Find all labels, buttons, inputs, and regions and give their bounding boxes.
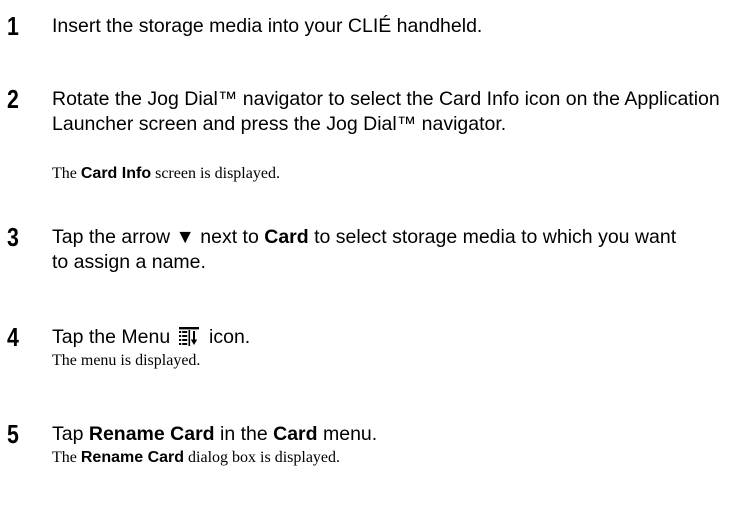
result-text: screen is displayed. (151, 165, 280, 182)
step-instruction: Tap the Menu icon. (52, 325, 752, 350)
result-text: The menu is displayed. (52, 352, 201, 369)
ui-term: Card (264, 226, 309, 248)
step-instruction: Tap the arrow ▼ next to Card to select s… (52, 225, 692, 275)
ui-term: Card Info (80, 165, 152, 182)
step-result: The menu is displayed. (52, 351, 752, 371)
instruction-text: Rotate the Jog Dial™ navigator to select… (52, 88, 720, 135)
step-instruction: Tap Rename Card in the Card menu. (52, 422, 752, 447)
step-instruction: Insert the storage media into your CLIÉ … (52, 14, 752, 39)
step-number: 3 (7, 222, 19, 252)
instruction-text: menu. (317, 423, 378, 445)
instruction-text: Tap the Menu (52, 326, 176, 348)
ui-term: Rename Card (80, 449, 185, 466)
result-text: dialog box is displayed. (184, 449, 341, 466)
step-number: 2 (7, 84, 19, 114)
step-instruction: Rotate the Jog Dial™ navigator to select… (52, 87, 752, 137)
instruction-text: icon. (203, 326, 251, 348)
result-text: The (52, 449, 81, 466)
instruction-text: in the (214, 423, 274, 445)
result-text: The (52, 165, 81, 182)
instruction-text: Tap the arrow ▼ next to (52, 226, 265, 248)
instruction-text: Insert the storage media into your CLIÉ … (52, 15, 483, 37)
step-number: 1 (7, 11, 19, 41)
step-number: 5 (7, 419, 19, 449)
ui-term: Card (273, 423, 318, 445)
ui-term: Rename Card (88, 423, 215, 445)
instruction-page: 1 Insert the storage media into your CLI… (0, 0, 754, 518)
instruction-text: Tap (52, 423, 89, 445)
step-result: The Rename Card dialog box is displayed. (52, 448, 752, 468)
step-result: The Card Info screen is displayed. (52, 164, 752, 184)
step-number: 4 (7, 322, 19, 352)
menu-icon (178, 326, 200, 346)
